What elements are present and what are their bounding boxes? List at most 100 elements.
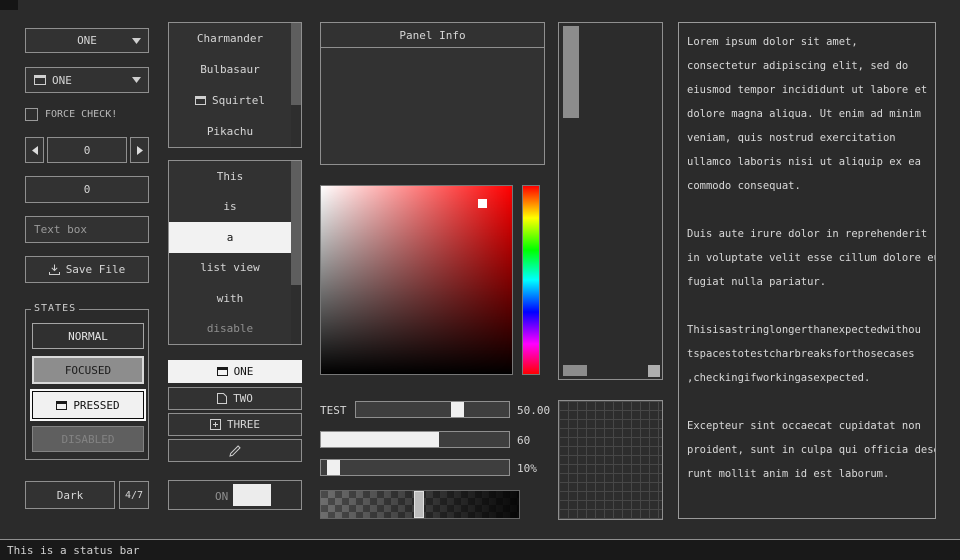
progress-slider[interactable] <box>320 431 510 448</box>
three-button[interactable]: THREE <box>168 413 302 436</box>
pressed-state-label: PRESSED <box>73 399 119 412</box>
percent-slider[interactable] <box>320 459 510 476</box>
save-file-button[interactable]: Save File <box>25 256 149 283</box>
number-input[interactable] <box>25 176 149 203</box>
test-slider-label: TEST <box>320 403 347 419</box>
text-line: veniam, quis nostrud exercitation <box>687 126 927 150</box>
slider-fill <box>321 432 439 447</box>
list-item[interactable]: Squirtel <box>169 85 291 116</box>
demo-list: This is a list view with disable <box>168 160 302 345</box>
list-item-label: a <box>227 231 234 244</box>
one-button[interactable]: ONE <box>168 360 302 383</box>
dropdown-plain[interactable]: ONE <box>25 28 149 53</box>
paragraph: Excepteur sint occaecat cupidatat non pr… <box>687 414 927 486</box>
test-slider[interactable] <box>355 401 510 418</box>
hue-bar[interactable] <box>522 185 540 375</box>
paragraph: Lorem ipsum dolor sit amet, consectetur … <box>687 30 927 198</box>
list-item[interactable]: Bulbasaur <box>169 54 291 85</box>
dropdown-icon-value: ONE <box>52 74 72 87</box>
checkbox-box-icon <box>25 108 38 121</box>
disabled-state-button: DISABLED <box>32 426 144 452</box>
list-item[interactable]: list view <box>169 253 291 284</box>
disabled-state-label: DISABLED <box>62 433 115 446</box>
pencil-button[interactable] <box>168 439 302 462</box>
slider-thumb[interactable] <box>327 460 340 475</box>
pager-indicator[interactable]: 4/7 <box>119 481 149 509</box>
text-line: Lorem ipsum dolor sit amet, <box>687 30 927 54</box>
stepper-value-text: 0 <box>84 144 91 157</box>
two-button[interactable]: TWO <box>168 387 302 410</box>
scrollbar-thumb[interactable] <box>291 105 301 147</box>
lorem-text-panel: Lorem ipsum dolor sit amet, consectetur … <box>678 22 936 519</box>
scrollbar-track[interactable] <box>291 161 301 344</box>
status-bar-text: This is a status bar <box>7 544 139 557</box>
text-line: eiusmod tempor incididunt ut labore et <box>687 78 927 102</box>
horizontal-scrollbar-thumb[interactable] <box>563 365 587 376</box>
paragraph: Thisisastringlongerthanexpectedwithou ts… <box>687 318 927 390</box>
app-window: ONE ONE FORCE CHECK! 0 Save F <box>0 0 960 560</box>
force-check-checkbox[interactable]: FORCE CHECK! <box>25 107 149 122</box>
info-panel-title: Panel Info <box>399 29 465 42</box>
list-item[interactable]: This <box>169 161 291 192</box>
alpha-slider[interactable] <box>320 490 520 519</box>
text-line: Excepteur sint occaecat cupidatat non <box>687 414 927 438</box>
text-line: commodo consequat. <box>687 174 927 198</box>
window-icon <box>217 367 228 376</box>
list-item-label: Squirtel <box>212 94 265 107</box>
text-input[interactable] <box>25 216 149 243</box>
color-marker[interactable] <box>478 199 487 208</box>
save-file-label: Save File <box>66 263 126 276</box>
list-item-selected[interactable]: a <box>169 222 291 253</box>
text-line: fugiat nulla pariatur. <box>687 270 927 294</box>
list-item[interactable]: with <box>169 283 291 314</box>
chevron-down-icon <box>132 77 141 83</box>
focused-state-button[interactable]: FOCUSED <box>32 356 144 384</box>
text-line: Thisisastringlongerthanexpectedwithou <box>687 318 927 342</box>
color-saturation-square[interactable] <box>320 185 513 375</box>
list-item-label: This <box>217 170 244 183</box>
vertical-scrollbar-thumb[interactable] <box>563 26 579 118</box>
add-box-icon <box>210 419 221 430</box>
window-icon <box>34 75 46 85</box>
states-group: STATES NORMAL FOCUSED PRESSED DISABLED <box>25 309 149 460</box>
slider-thumb[interactable] <box>414 491 424 518</box>
scrollbar-track[interactable] <box>291 23 301 147</box>
scrollbar-corner <box>648 365 660 377</box>
text-line: runt mollit anim id est laborum. <box>687 462 927 486</box>
text-line: in voluptate velit esse cillum dolore eu <box>687 246 927 270</box>
stepper-decrement-button[interactable] <box>25 137 44 163</box>
pencil-icon <box>229 445 241 457</box>
status-bar: This is a status bar <box>0 539 960 560</box>
on-toggle[interactable]: ON <box>168 480 302 510</box>
toggle-label: ON <box>215 490 228 503</box>
window-icon <box>195 96 206 105</box>
info-panel: Panel Info <box>320 22 545 165</box>
slider-thumb[interactable] <box>451 402 464 417</box>
scrollbar-thumb[interactable] <box>291 285 301 344</box>
normal-state-button[interactable]: NORMAL <box>32 323 144 349</box>
arrow-left-icon <box>32 146 38 155</box>
list-item[interactable]: is <box>169 192 291 223</box>
paragraph: Duis aute irure dolor in reprehenderit i… <box>687 222 927 294</box>
file-icon <box>217 393 227 404</box>
list-item[interactable]: Charmander <box>169 23 291 54</box>
scroll-panel <box>558 22 663 380</box>
pressed-state-button[interactable]: PRESSED <box>32 391 144 419</box>
stepper-increment-button[interactable] <box>130 137 149 163</box>
text-line: ullamco laboris nisi ut aliquip ex ea <box>687 150 927 174</box>
list-item[interactable]: Pikachu <box>169 116 291 147</box>
one-button-label: ONE <box>234 365 254 378</box>
grid-canvas[interactable] <box>558 400 663 520</box>
info-panel-titlebar[interactable]: Panel Info <box>321 23 544 48</box>
pokemon-list-items: Charmander Bulbasaur Squirtel Pikachu <box>169 23 291 147</box>
list-item-label: disable <box>207 322 253 335</box>
percent-slider-value: 10% <box>517 461 537 477</box>
list-item-disabled: disable <box>169 314 291 345</box>
pager-value: 4/7 <box>125 490 143 501</box>
states-group-title: STATES <box>31 303 79 314</box>
theme-button[interactable]: Dark <box>25 481 115 509</box>
toggle-thumb[interactable] <box>233 484 271 506</box>
dropdown-with-icon[interactable]: ONE <box>25 67 149 93</box>
stepper-value: 0 <box>47 137 127 163</box>
text-line: dolore magna aliqua. Ut enim ad minim <box>687 102 927 126</box>
